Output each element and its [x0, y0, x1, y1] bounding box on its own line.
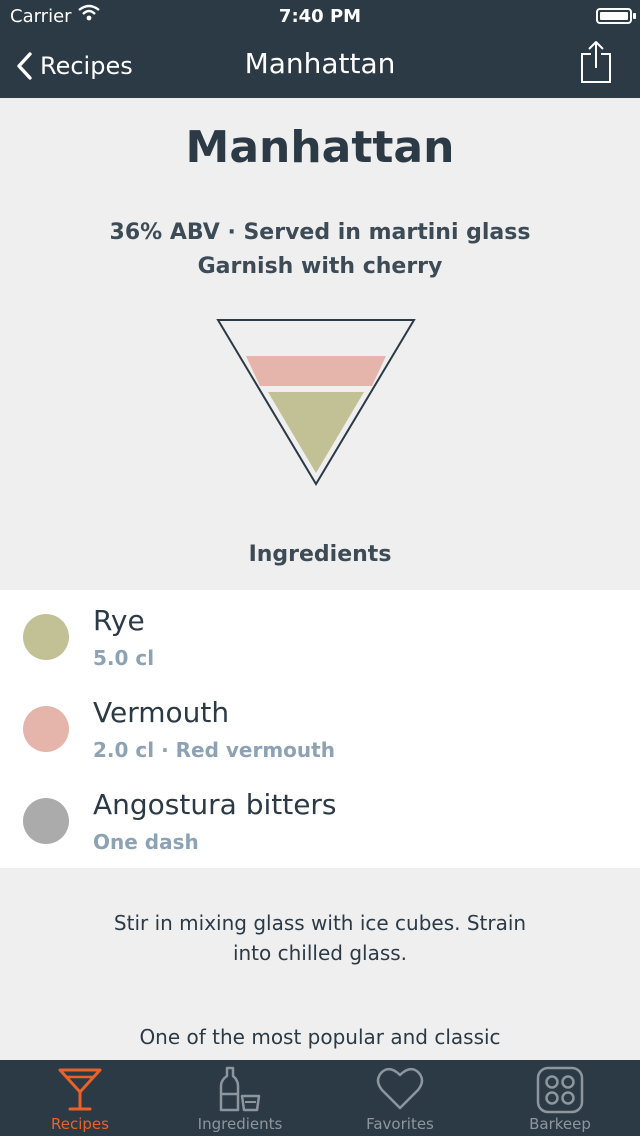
- ingredient-detail: One dash: [93, 830, 199, 854]
- tab-recipes-label: Recipes: [51, 1115, 109, 1133]
- status-bar: Carrier 7:40 PM: [0, 0, 640, 34]
- tab-recipes[interactable]: Recipes: [0, 1060, 160, 1136]
- tab-ingredients[interactable]: Ingredients: [160, 1060, 320, 1136]
- tab-barkeep[interactable]: Barkeep: [480, 1060, 640, 1136]
- recipe-meta: 36% ABV · Served in martini glass Garnis…: [0, 216, 640, 284]
- ingredient-item-rye[interactable]: Rye 5.0 cl: [0, 590, 640, 682]
- share-icon: [581, 41, 611, 83]
- glass-layer-vermouth: [246, 356, 386, 386]
- ingredient-detail: 5.0 cl: [93, 646, 155, 670]
- tab-favorites-label: Favorites: [366, 1115, 434, 1133]
- nav-title: Manhattan: [244, 47, 396, 80]
- ingredient-item-vermouth[interactable]: Vermouth 2.0 cl · Red vermouth: [0, 682, 640, 774]
- ingredient-item-angostura-bitters[interactable]: Angostura bitters One dash: [0, 774, 640, 866]
- tab-ingredients-label: Ingredients: [197, 1115, 283, 1133]
- tab-barkeep-label: Barkeep: [529, 1115, 591, 1133]
- ingredients-heading: Ingredients: [248, 542, 392, 567]
- share-button[interactable]: [580, 40, 612, 88]
- recipe-detail[interactable]: Manhattan 36% ABV · Served in martini gl…: [0, 98, 640, 1060]
- glass-layer-rye: [268, 392, 364, 473]
- recipe-meta-line-2: Garnish with cherry: [197, 254, 443, 279]
- recipe-title: Manhattan: [185, 122, 455, 173]
- ingredient-name: Angostura bitters: [93, 788, 337, 821]
- tab-bar: Recipes Ingredients Favorites Barkeep: [0, 1060, 640, 1136]
- bottle-glass-icon: [219, 1066, 261, 1112]
- martini-icon: [58, 1068, 102, 1111]
- tab-favorites[interactable]: Favorites: [320, 1060, 480, 1136]
- navigation-bar: Carrier 7:40 PM Recipes Manhattan: [0, 0, 640, 98]
- recipe-meta-line-1: 36% ABV · Served in martini glass: [109, 220, 531, 245]
- heart-icon: [376, 1067, 424, 1110]
- battery-icon: [596, 8, 636, 24]
- ingredient-color-dot: [23, 706, 69, 752]
- ingredient-color-dot: [23, 798, 69, 844]
- ingredient-detail: 2.0 cl · Red vermouth: [93, 738, 335, 762]
- ingredients-list: Rye 5.0 cl Vermouth 2.0 cl · Red vermout…: [0, 590, 640, 868]
- recipe-instructions: Stir in mixing glass with ice cubes. Str…: [113, 911, 527, 965]
- martini-glass-illustration: [216, 319, 416, 486]
- ingredient-color-dot: [23, 614, 69, 660]
- status-time: 7:40 PM: [278, 6, 362, 27]
- grid-dots-icon: [536, 1066, 584, 1114]
- recipe-description: One of the most popular and classic: [139, 1025, 501, 1049]
- ingredient-name: Rye: [93, 604, 145, 637]
- ingredient-name: Vermouth: [93, 696, 230, 729]
